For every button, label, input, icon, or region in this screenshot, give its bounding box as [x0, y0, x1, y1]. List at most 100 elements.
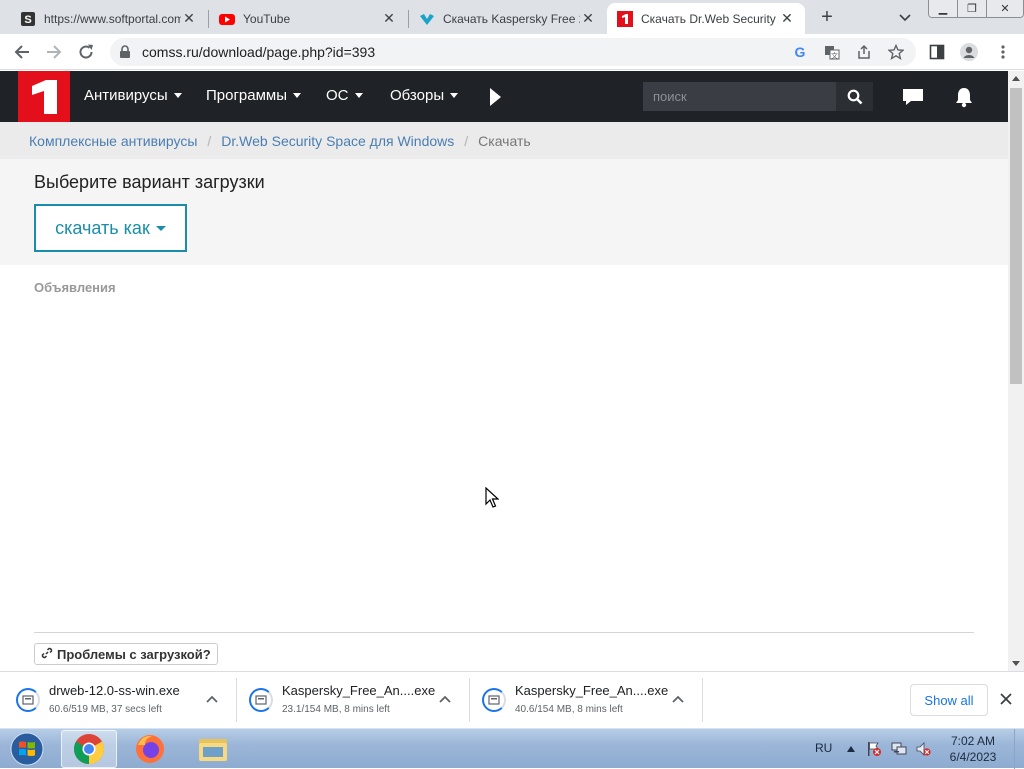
close-icon[interactable]: ✕ — [181, 10, 197, 27]
comss-logo[interactable] — [18, 71, 70, 122]
file-progress-icon — [249, 688, 273, 712]
scrollbar-thumb[interactable] — [1010, 88, 1022, 384]
folder-icon — [199, 739, 227, 761]
download-item[interactable]: Kaspersky_Free_An....exe 23.1/154 MB, 8 … — [233, 672, 466, 728]
tab-title: YouTube — [243, 11, 291, 26]
logo-one-icon — [32, 79, 57, 114]
close-icon[interactable]: ✕ — [381, 10, 397, 27]
page-title: Выберите вариант загрузки — [34, 172, 265, 192]
address-bar[interactable]: comss.ru/download/page.php?id=393 G 文 — [110, 38, 916, 66]
nav-label: Программы — [206, 87, 288, 104]
close-shelf-icon[interactable] — [998, 691, 1014, 707]
tab-youtube[interactable]: YouTube ✕ — [209, 3, 407, 34]
download-problems-label: Проблемы с загрузкой? — [57, 646, 211, 662]
google-icon[interactable]: G — [792, 44, 808, 60]
site-search-button[interactable] — [836, 82, 873, 111]
more-menu-icon[interactable] — [994, 43, 1012, 61]
breadcrumb: Комплексные антивирусы / Dr.Web Security… — [0, 122, 1008, 159]
lock-icon[interactable] — [119, 45, 131, 62]
download-as-button[interactable]: скачать как — [34, 204, 187, 252]
show-desktop-button[interactable] — [1014, 729, 1024, 769]
minimize-button[interactable]: ▁ — [929, 0, 958, 17]
link-icon — [41, 647, 53, 662]
breadcrumb-separator: / — [464, 132, 469, 149]
bell-icon[interactable] — [952, 85, 976, 109]
browser-toolbar: comss.ru/download/page.php?id=393 G 文 — [0, 34, 1024, 70]
chevron-up-icon[interactable] — [205, 692, 219, 706]
download-item[interactable]: Kaspersky_Free_An....exe 40.6/154 MB, 8 … — [466, 672, 699, 728]
breadcrumb-link-complex-antivirus[interactable]: Комплексные антивирусы — [29, 133, 197, 149]
nav-reviews[interactable]: Обзоры — [390, 87, 459, 104]
start-button[interactable] — [5, 731, 49, 767]
profile-avatar-icon[interactable] — [960, 43, 978, 61]
tab-title: https://www.softportal.com — [44, 11, 181, 26]
firefox-icon — [136, 735, 164, 763]
nav-more-arrow-icon[interactable] — [490, 88, 501, 106]
clock-time: 7:02 AM — [950, 734, 996, 748]
download-status: 23.1/154 MB, 8 mins left — [282, 704, 390, 715]
forward-button[interactable] — [42, 40, 66, 64]
chevron-up-icon[interactable] — [438, 692, 452, 706]
share-icon[interactable] — [856, 44, 872, 60]
svg-text:S: S — [24, 14, 31, 26]
close-icon[interactable]: ✕ — [779, 10, 795, 27]
restore-button[interactable]: ❐ — [958, 0, 987, 17]
bookmark-star-icon[interactable] — [888, 44, 904, 60]
network-icon[interactable] — [891, 741, 907, 757]
ads-label: Объявления — [34, 280, 116, 295]
side-panel-icon[interactable] — [928, 43, 946, 61]
site-search-input[interactable] — [643, 82, 836, 111]
download-filename: Kaspersky_Free_An....exe — [515, 683, 669, 698]
file-progress-icon — [482, 688, 506, 712]
reload-button[interactable] — [74, 40, 98, 64]
scroll-up-arrow-icon[interactable] — [1012, 76, 1020, 81]
breadcrumb-link-drweb[interactable]: Dr.Web Security Space для Windows — [221, 133, 454, 149]
taskbar-firefox[interactable] — [122, 730, 178, 768]
reload-icon — [79, 44, 93, 59]
tray-expand-icon[interactable] — [843, 741, 859, 757]
nav-programs[interactable]: Программы — [206, 87, 302, 104]
svg-text:文: 文 — [831, 51, 838, 60]
breadcrumb-separator: / — [207, 132, 212, 149]
taskbar-explorer[interactable] — [185, 730, 241, 768]
download-shelf: drweb-12.0-ss-win.exe 60.6/519 MB, 37 se… — [0, 671, 1024, 728]
caret-down-icon — [354, 93, 363, 98]
action-center-flag-icon[interactable] — [866, 741, 882, 757]
nav-antivirus[interactable]: Антивирусы — [84, 87, 182, 104]
volume-muted-icon[interactable] — [915, 741, 931, 757]
nav-label: ОС — [326, 87, 349, 104]
search-icon — [847, 89, 862, 104]
tab-kaspersky[interactable]: Скачать Kaspersky Free 2 ✕ — [409, 3, 606, 34]
close-icon[interactable]: ✕ — [580, 10, 596, 27]
download-status: 60.6/519 MB, 37 secs left — [49, 704, 162, 715]
chevron-up-icon[interactable] — [671, 692, 685, 706]
tab-search-chevron-icon[interactable] — [896, 8, 914, 26]
arrow-right-icon — [47, 45, 62, 59]
youtube-icon — [219, 11, 235, 27]
tab-title: Скачать Dr.Web Security — [641, 11, 776, 26]
download-panel: Выберите вариант загрузки скачать как — [0, 159, 1008, 265]
page-scrollbar[interactable] — [1008, 71, 1024, 671]
download-problems-button[interactable]: Проблемы с загрузкой? — [34, 643, 218, 665]
taskbar-chrome[interactable] — [61, 730, 117, 768]
tab-drweb-active[interactable]: Скачать Dr.Web Security ✕ — [607, 3, 805, 34]
show-all-downloads-button[interactable]: Show all — [910, 684, 988, 716]
scroll-down-arrow-icon[interactable] — [1012, 661, 1020, 666]
tab-softportal[interactable]: S https://www.softportal.com ✕ — [10, 3, 207, 34]
divider — [34, 632, 974, 633]
clock-date: 6/4/2023 — [949, 750, 997, 764]
system-clock[interactable]: 7:02 AM 6/4/2023 — [938, 733, 1008, 765]
nav-label: Обзоры — [390, 87, 445, 104]
window-controls: ▁ ❐ ✕ — [928, 0, 1024, 18]
new-tab-button[interactable]: + — [814, 6, 840, 30]
window-close-button[interactable]: ✕ — [987, 0, 1023, 17]
language-indicator[interactable]: RU — [815, 741, 832, 755]
translate-icon[interactable]: 文 — [824, 44, 840, 60]
chat-icon[interactable] — [901, 85, 925, 109]
back-button[interactable] — [10, 40, 34, 64]
softportal-icon: S — [20, 11, 36, 27]
browser-tab-strip: S https://www.softportal.com ✕ YouTube ✕… — [0, 0, 1024, 34]
chrome-icon — [73, 734, 105, 764]
download-item[interactable]: drweb-12.0-ss-win.exe 60.6/519 MB, 37 se… — [0, 672, 233, 728]
nav-os[interactable]: ОС — [326, 87, 363, 104]
